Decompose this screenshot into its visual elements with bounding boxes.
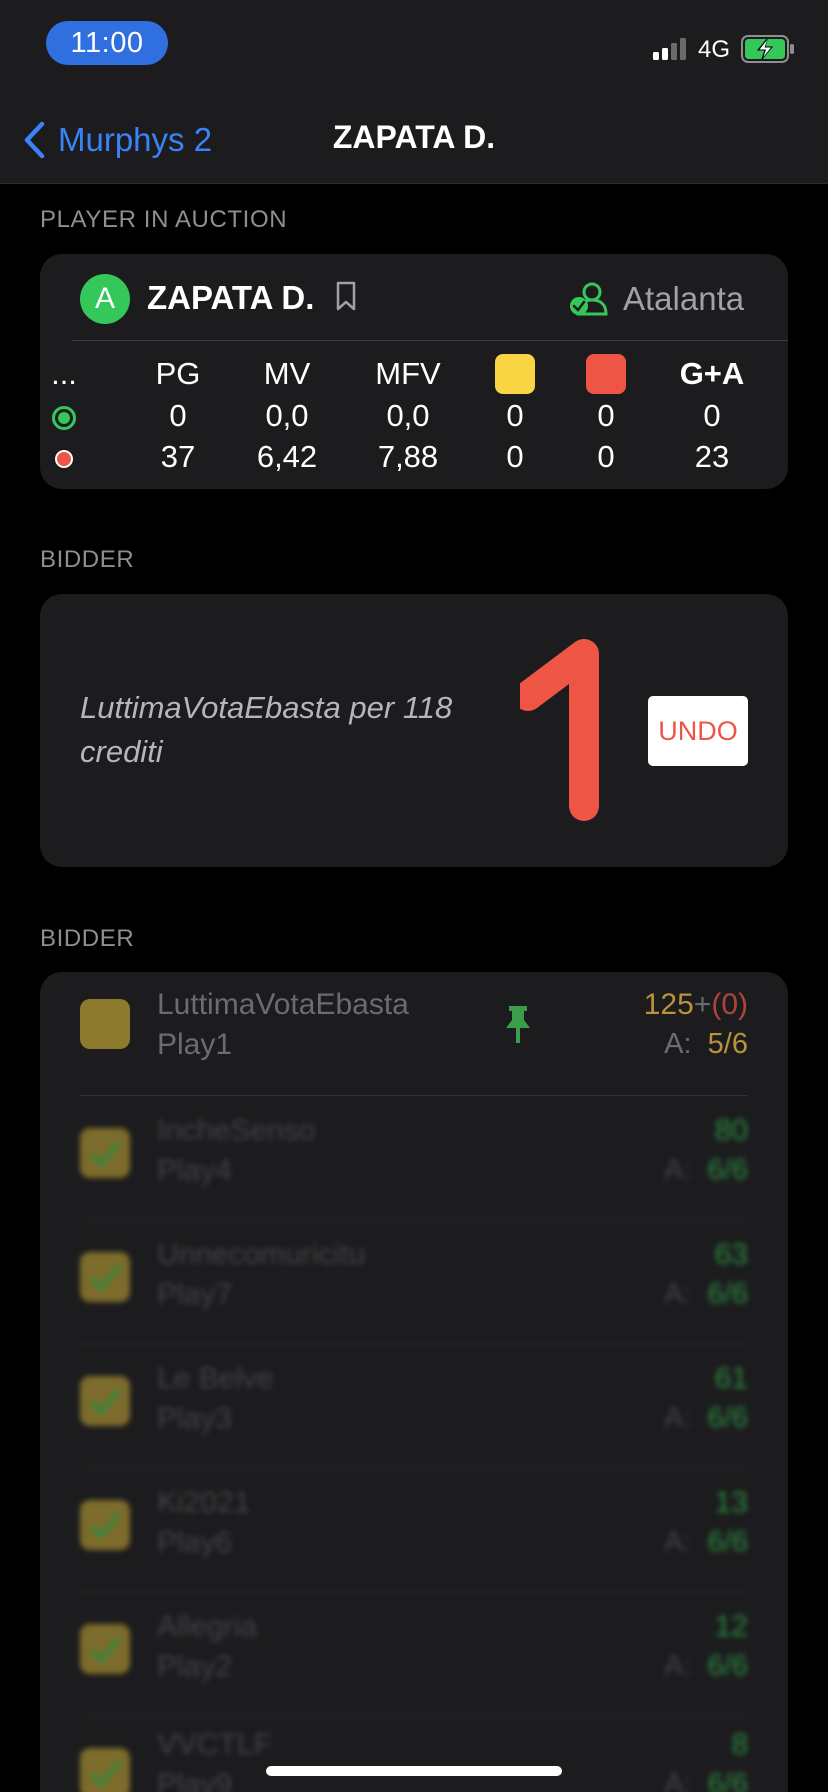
role-badge: A: [80, 274, 130, 324]
bidder-player: Play4: [157, 1154, 233, 1187]
bidder-name: Unnecomuricitu: [157, 1238, 366, 1271]
player-name: ZAPATA D.: [147, 279, 315, 316]
checkmark-icon: [90, 1760, 121, 1788]
bidder-slots: A: 6/6: [664, 1278, 748, 1310]
stats-header-more: ...: [51, 356, 77, 391]
bidder-player: Play6: [157, 1526, 233, 1559]
bidder-slots: A: 6/6: [664, 1154, 748, 1186]
bidder-slots: A: 6/6: [664, 1526, 748, 1558]
status-time: 11:00: [46, 21, 168, 65]
network-type: 4G: [698, 36, 731, 63]
bidder-name: Allegria: [157, 1610, 258, 1643]
list-item[interactable]: LuttimaVotaEbasta Play1 125+(0) A: 5/6: [40, 972, 788, 1096]
bidder-credits: 63: [714, 1238, 748, 1271]
bidder-credits: 12: [714, 1610, 748, 1643]
stat-value: 37: [160, 439, 196, 474]
section-header-player: PLAYER IN AUCTION: [40, 206, 288, 233]
bidder-name: Ki2021: [157, 1486, 251, 1519]
list-item[interactable]: Unnecomuricitu Play7 63 A: 6/6: [40, 1220, 788, 1344]
checkbox-checked[interactable]: [80, 1252, 130, 1302]
undo-button[interactable]: UNDO: [648, 696, 748, 766]
bidder-credits: 13: [714, 1486, 748, 1519]
section-header-bidders-list: BIDDER: [40, 925, 135, 952]
checkmark-icon: [90, 1636, 121, 1664]
home-indicator[interactable]: [266, 1766, 562, 1776]
red-card-icon: [546, 354, 666, 394]
section-header-bidder: BIDDER: [40, 546, 135, 573]
bidder-credits: 8: [731, 1728, 748, 1761]
checkmark-icon: [90, 1140, 121, 1168]
battery-charging-icon: [741, 35, 794, 63]
green-ring-dot-icon: [40, 396, 99, 436]
navigation-bar: Murphys 2 ZAPATA D.: [0, 88, 828, 184]
bidder-name: LuttimaVotaEbasta: [157, 988, 409, 1021]
status-bar: 11:00 4G: [0, 0, 828, 88]
bidder-name: IncheSenso: [157, 1114, 316, 1147]
stats-header-row: ... PG MV MFV G+A: [40, 354, 788, 394]
countdown-number: 1: [520, 636, 599, 821]
svg-text:1: 1: [520, 636, 529, 640]
page-title: ZAPATA D.: [332, 119, 496, 155]
stat-value: 0,0: [265, 398, 309, 433]
current-bid-text: LuttimaVotaEbasta per 118 crediti: [80, 690, 453, 769]
bidder-name: VVCTLF: [157, 1728, 273, 1761]
current-bid-card: LuttimaVotaEbasta per 118 crediti 1 UNDO: [40, 594, 788, 867]
bidder-credits: 61: [714, 1362, 748, 1395]
stats-row-previous: 37 6,42 7,88 0 0 23: [40, 437, 788, 477]
team-name: Atalanta: [623, 280, 745, 317]
stat-value: 0,0: [386, 398, 430, 433]
pin-icon[interactable]: [502, 1004, 534, 1046]
bidder-player: Play3: [157, 1402, 233, 1435]
list-item[interactable]: IncheSenso Play4 80 A: 6/6: [40, 1096, 788, 1220]
stat-value: 0: [703, 398, 721, 433]
stat-value: 23: [694, 439, 730, 474]
team-user-check-icon: [570, 282, 608, 316]
checkbox-checked[interactable]: [80, 1128, 130, 1178]
list-item[interactable]: Ki2021 Play6 13 A: 6/6: [40, 1468, 788, 1592]
bidder-slots: A: 6/6: [664, 1768, 748, 1792]
bidder-player: Play9: [157, 1768, 233, 1792]
checkbox-checked[interactable]: [80, 1748, 130, 1792]
stat-value: 7,88: [377, 439, 439, 474]
list-item[interactable]: Le Belve Play3 61 A: 6/6: [40, 1344, 788, 1468]
stat-value: 0: [169, 398, 187, 433]
stats-header-mv: MV: [263, 356, 311, 391]
stat-value: 0: [597, 398, 615, 433]
bidder-credits: 80: [714, 1114, 748, 1147]
cellular-signal-icon: [653, 36, 689, 60]
bidder-slots: A: 6/6: [664, 1402, 748, 1434]
player-card: A ZAPATA D. Atalanta ... PG MV MFV G+A 0…: [40, 254, 788, 489]
bidder-name: Le Belve: [157, 1362, 274, 1395]
bidder-slots: A: 6/6: [664, 1650, 748, 1682]
checkmark-icon: [90, 1388, 121, 1416]
bidder-slots: A: 5/6: [664, 1028, 748, 1060]
checkmark-icon: [90, 1264, 121, 1292]
checkbox-empty[interactable]: [80, 999, 130, 1049]
stats-header-pg: PG: [155, 356, 201, 391]
checkbox-checked[interactable]: [80, 1500, 130, 1550]
bidder-player: Play7: [157, 1278, 233, 1311]
divider: [72, 340, 788, 341]
stats-header-mfv: MFV: [375, 356, 441, 391]
stat-value: 0: [597, 439, 615, 474]
checkbox-checked[interactable]: [80, 1376, 130, 1426]
list-item[interactable]: VVCTLF Play9 8 A: 6/6: [40, 1716, 788, 1792]
bidder-player: Play2: [157, 1650, 233, 1683]
player-header: A ZAPATA D. Atalanta: [40, 254, 788, 340]
screen: 11:00 4G Murphys 2 ZAPATA D. PLAYER IN A…: [0, 0, 828, 1792]
list-item[interactable]: Allegria Play2 12 A: 6/6: [40, 1592, 788, 1716]
bidder-player: Play1: [157, 1028, 233, 1061]
checkmark-icon: [90, 1512, 121, 1540]
bidder-credits: 125+(0): [643, 988, 748, 1021]
bidders-list: LuttimaVotaEbasta Play1 125+(0) A: 5/6 I…: [40, 972, 788, 1792]
stats-header-ga: G+A: [679, 356, 745, 391]
stat-value: 6,42: [256, 439, 318, 474]
stats-row-current: 0 0,0 0,0 0 0 0: [40, 396, 788, 436]
bookmark-icon[interactable]: [333, 280, 359, 312]
red-dot-icon: [40, 437, 99, 477]
checkbox-checked[interactable]: [80, 1624, 130, 1674]
